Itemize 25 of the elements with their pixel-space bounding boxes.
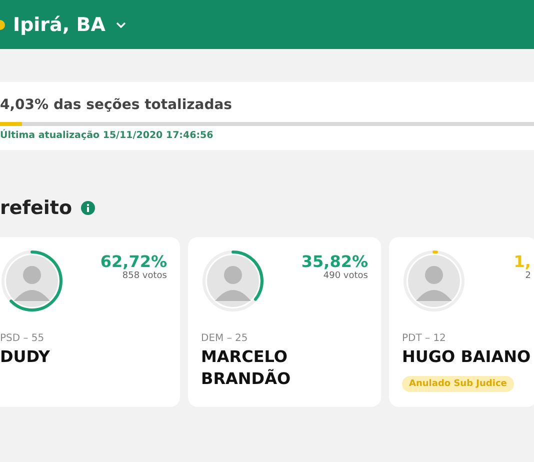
candidate-name: HUGO BAIANO	[402, 346, 531, 368]
party-number: PSD – 55	[0, 333, 46, 344]
candidate-card[interactable]: 1, 2 PDT – 12 HUGO BAIANO Anulado Sub Judice	[389, 237, 534, 407]
candidate-photo-ring	[0, 249, 64, 313]
status-badge: Anulado Sub Judice	[402, 376, 514, 392]
vote-percentage: 62,72%	[100, 252, 167, 271]
section-title: refeito	[0, 197, 72, 219]
city-title: Ipirá, BA	[13, 14, 106, 36]
candidate-name: DUDY	[0, 346, 51, 368]
party-number: DEM – 25	[201, 333, 249, 344]
candidate-photo-ring	[402, 249, 466, 313]
chevron-down-icon[interactable]	[116, 22, 126, 28]
sections-counted-text: 4,03% das seções totalizadas	[0, 97, 234, 113]
candidate-photo-ring	[201, 249, 265, 313]
last-update-text: Última atualização 15/11/2020 17:46:56	[0, 130, 214, 141]
vote-percentage: 35,82%	[301, 252, 368, 271]
vote-percentage: 1,	[514, 252, 531, 271]
vote-count: 2	[525, 271, 531, 281]
candidate-card[interactable]: 62,72% 858 votos PSD – 55 DUDY	[0, 237, 180, 407]
vote-count: 858 votos	[122, 271, 167, 281]
info-icon[interactable]	[81, 201, 96, 215]
candidate-card[interactable]: 35,82% 490 votos DEM – 25 MARCELO BRANDÃO	[188, 237, 381, 407]
candidate-name: MARCELO BRANDÃO	[201, 346, 292, 390]
party-number: PDT – 12	[402, 333, 447, 344]
vote-count: 490 votos	[323, 271, 368, 281]
